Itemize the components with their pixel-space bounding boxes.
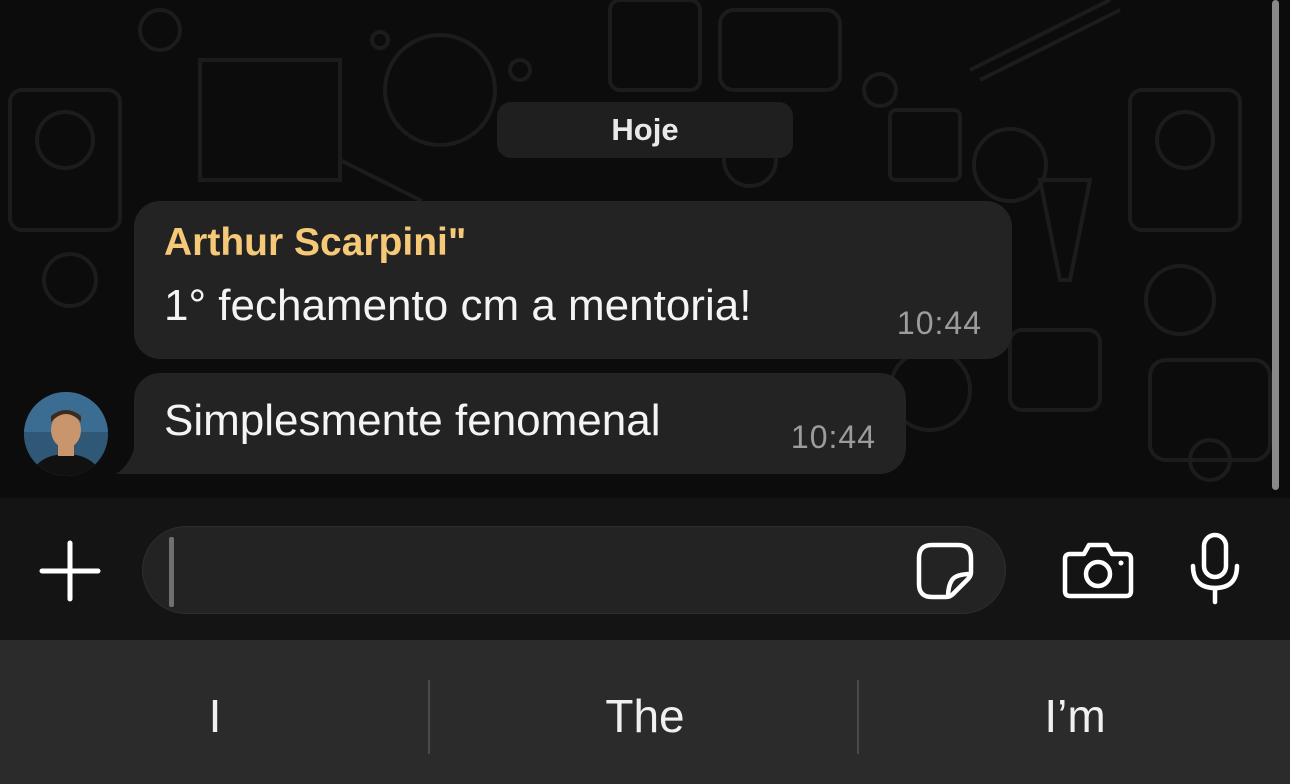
message-text: Simplesmente fenomenal <box>164 396 661 445</box>
plus-icon[interactable] <box>38 539 102 603</box>
camera-icon[interactable] <box>1062 540 1134 600</box>
message-bubble[interactable]: Arthur Scarpini" 1° fechamento cm a ment… <box>134 201 1012 359</box>
sender-name[interactable]: Arthur Scarpini" <box>164 221 466 265</box>
message-bubble[interactable]: Simplesmente fenomenal 10:44 <box>134 373 906 474</box>
suggestion-item[interactable]: I <box>0 680 430 752</box>
message-input[interactable] <box>142 526 1006 614</box>
sticker-icon[interactable] <box>916 542 974 600</box>
suggestion-item[interactable]: I’m <box>860 680 1290 752</box>
sender-avatar[interactable] <box>24 392 108 476</box>
chat-area[interactable]: Hoje Arthur Scarpini" 1° fechamento cm a… <box>0 0 1290 498</box>
avatar-image <box>24 392 108 476</box>
date-separator: Hoje <box>497 102 793 158</box>
keyboard-suggestion-bar: I The I’m <box>0 640 1290 784</box>
chat-scrollbar[interactable] <box>1272 0 1279 490</box>
message-time: 10:44 <box>896 305 982 341</box>
text-caret <box>169 537 174 607</box>
microphone-icon[interactable] <box>1188 532 1242 606</box>
message-text: 1° fechamento cm a mentoria! <box>164 281 752 330</box>
suggestion-divider <box>857 680 859 754</box>
message-time: 10:44 <box>790 419 876 455</box>
date-label: Hoje <box>611 112 679 147</box>
suggestion-item[interactable]: The <box>430 680 860 752</box>
